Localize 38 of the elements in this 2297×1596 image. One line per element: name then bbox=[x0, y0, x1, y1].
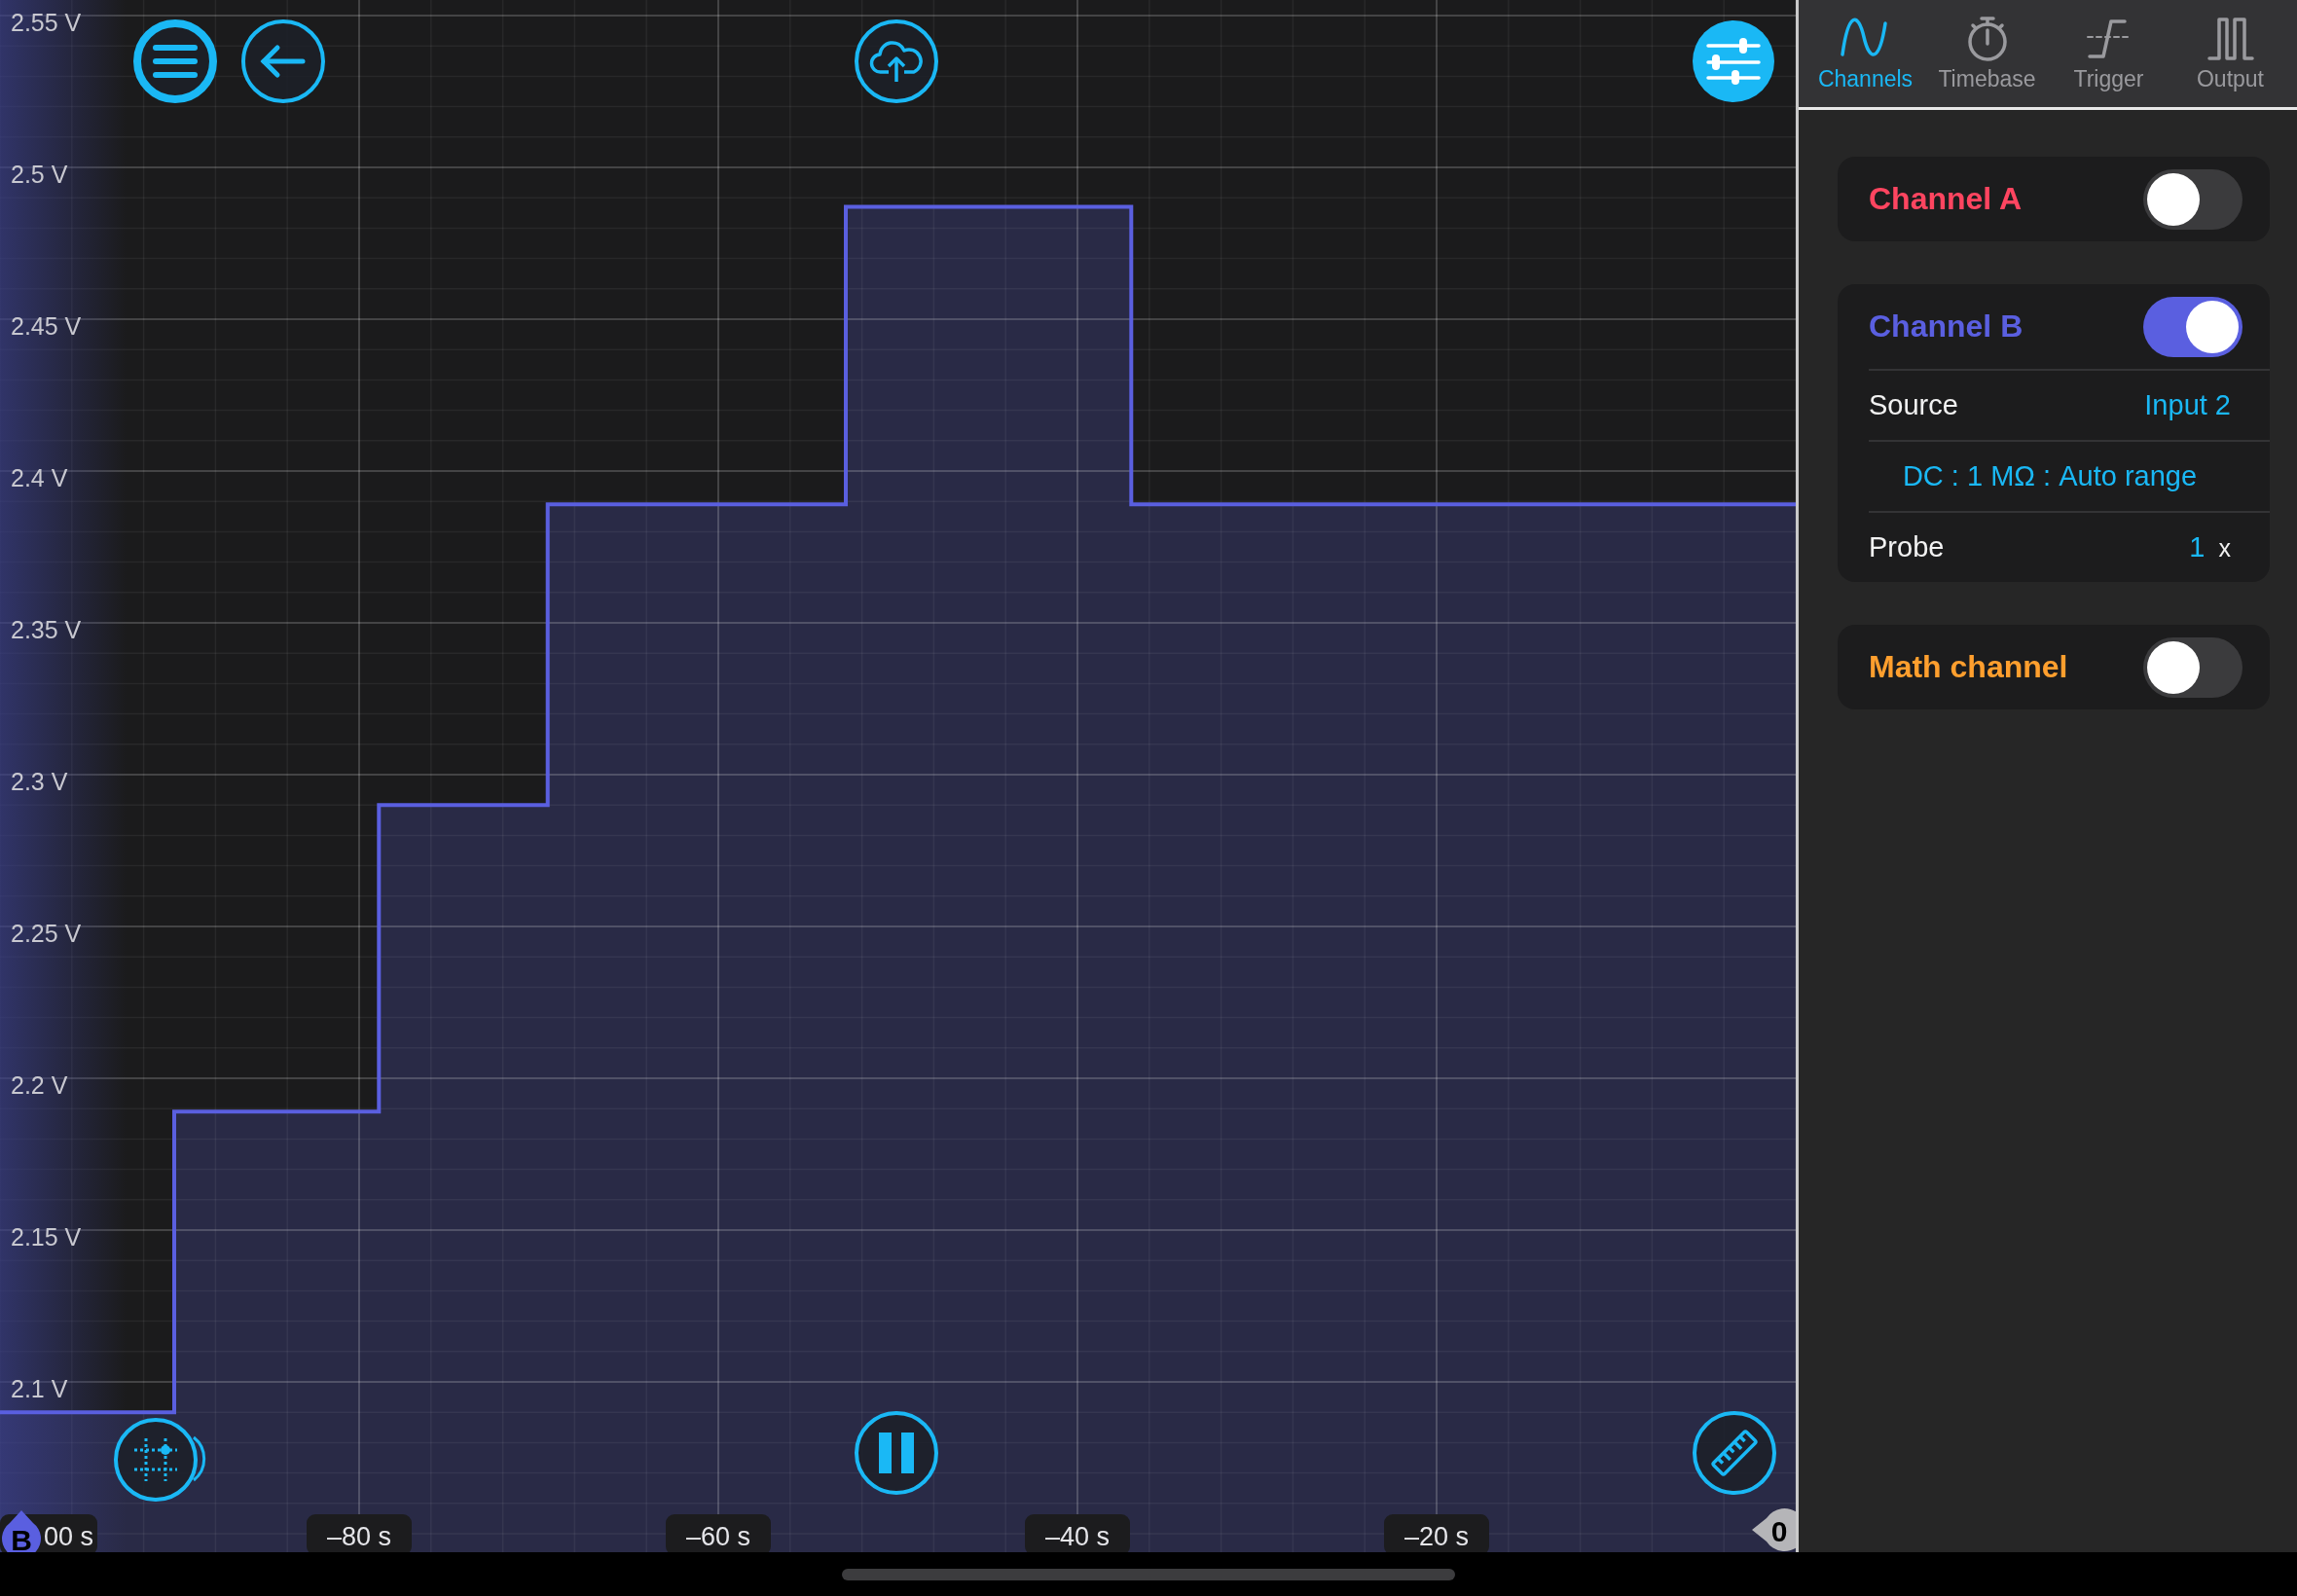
pause-icon bbox=[877, 1433, 916, 1473]
y-axis-label: 2.4 V bbox=[11, 464, 68, 491]
y-axis-label: 2.3 V bbox=[11, 768, 68, 795]
panel-tab[interactable]: Trigger bbox=[2048, 0, 2169, 107]
x-axis-label: 00 s bbox=[44, 1522, 94, 1551]
channel-title: Channel A bbox=[1869, 181, 2023, 217]
x-tick-label: –60 s bbox=[685, 1522, 751, 1551]
x-tick-label: –40 s bbox=[1044, 1522, 1111, 1551]
trace-marker: B bbox=[2, 1510, 41, 1552]
sliders-icon bbox=[1706, 38, 1761, 85]
cursor-arc-icon bbox=[191, 1434, 206, 1483]
y-axis-label: 2.2 V bbox=[11, 1071, 68, 1099]
row-label: Probe bbox=[1869, 531, 1945, 563]
menu-icon bbox=[151, 42, 200, 81]
cloud-upload-icon bbox=[869, 39, 924, 84]
x-tick-label: –80 s bbox=[326, 1522, 392, 1551]
channel-title: Channel B bbox=[1869, 308, 2024, 345]
channel-title: Math channel bbox=[1869, 649, 2068, 685]
x-axis-label: –40 s bbox=[1025, 1514, 1130, 1552]
y-axis-label: 2.45 V bbox=[11, 312, 82, 340]
x-axis-label: –60 s bbox=[666, 1514, 771, 1552]
probe-unit: x bbox=[2218, 534, 2231, 562]
y-axis-label: 2.55 V bbox=[11, 9, 82, 36]
x-axis-label: –80 s bbox=[307, 1514, 412, 1552]
probe-value[interactable]: 1 bbox=[2189, 531, 2206, 563]
row-label: Source bbox=[1869, 389, 1958, 421]
y-axis-label: 2.25 V bbox=[11, 920, 82, 947]
panel-tab[interactable]: Output bbox=[2169, 0, 2291, 107]
x-axis-label: –20 s bbox=[1384, 1514, 1489, 1552]
y-axis-label: 2.15 V bbox=[11, 1223, 82, 1251]
panel-tab[interactable]: Timebase bbox=[1926, 0, 2048, 107]
y-axis-label: 2.1 V bbox=[11, 1375, 68, 1402]
input-settings-link[interactable]: DC : 1 MΩ : Auto range bbox=[1902, 460, 2198, 492]
y-axis-label: 2.5 V bbox=[11, 161, 68, 188]
panel-tab[interactable]: Channels bbox=[1805, 0, 1926, 107]
y-axis-label: 2.35 V bbox=[11, 616, 82, 643]
x-tick-label: –20 s bbox=[1404, 1522, 1470, 1551]
source-value[interactable]: Input 2 bbox=[2144, 389, 2231, 421]
